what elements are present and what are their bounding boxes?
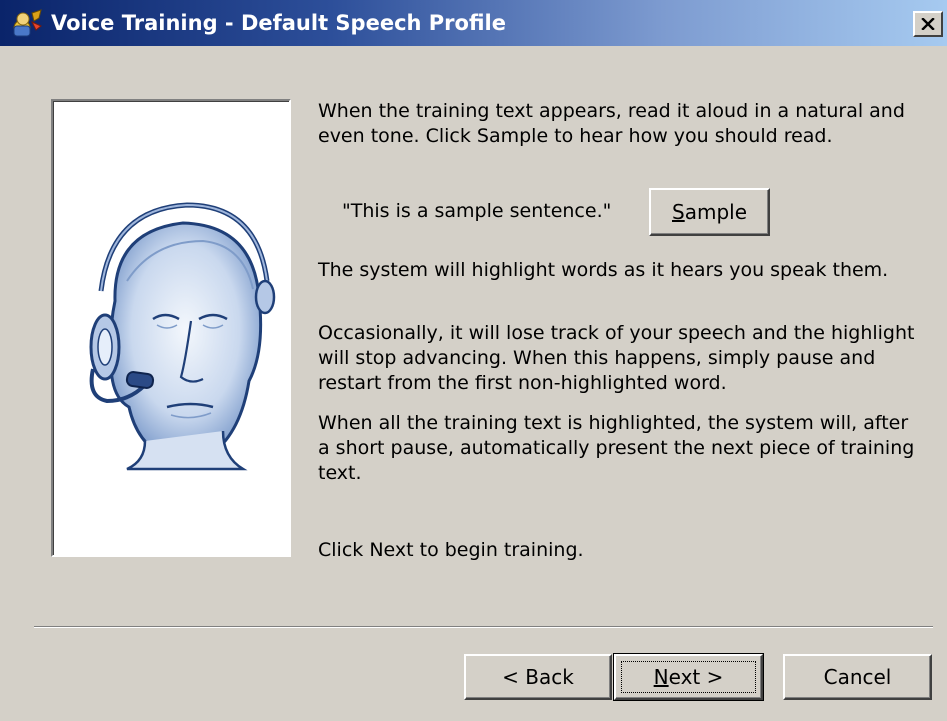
auto-present-info-text: When all the training text is highlighte… [318,412,915,484]
sample-button[interactable]: Sample [649,188,770,236]
back-button[interactable]: < Back [464,654,612,700]
separator [34,626,933,628]
sample-button-label: Sample [672,200,747,224]
back-button-label: < Back [502,665,574,689]
close-icon [921,18,935,30]
close-button[interactable] [913,11,943,37]
speech-training-icon [13,9,42,37]
illustration-frame [51,99,291,557]
headset-head-illustration [89,202,276,471]
begin-prompt-text: Click Next to begin training. [318,539,584,561]
window-title: Voice Training - Default Speech Profile [51,11,506,35]
cancel-button[interactable]: Cancel [783,654,932,700]
focus-rect [621,661,756,693]
title-bar[interactable]: Voice Training - Default Speech Profile [0,0,947,46]
intro-text: When the training text appears, read it … [318,100,905,147]
next-button[interactable]: Next > [613,653,764,701]
voice-training-dialog: Voice Training - Default Speech Profile [0,0,947,721]
sample-sentence: "This is a sample sentence." [342,200,612,222]
lose-track-info-text: Occasionally, it will lose track of your… [318,322,915,394]
cancel-button-label: Cancel [823,665,892,689]
highlight-info-text: The system will highlight words as it he… [318,259,889,281]
